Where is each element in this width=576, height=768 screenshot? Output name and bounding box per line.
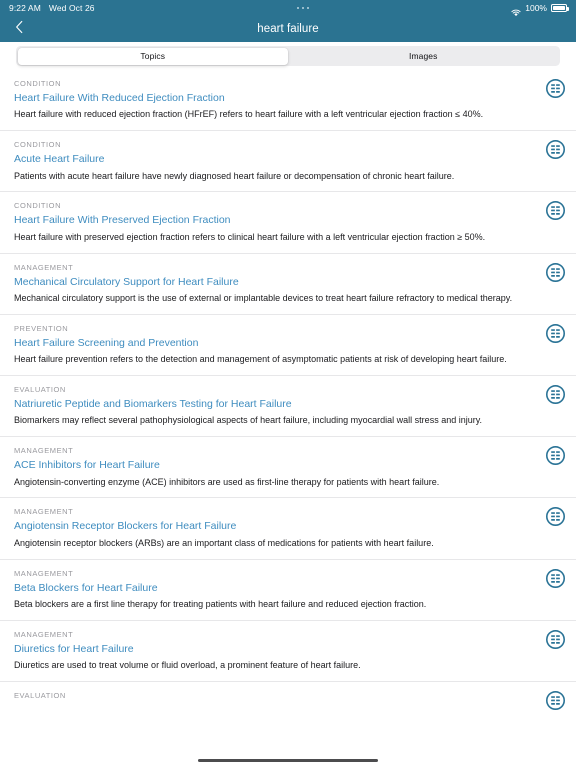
- list-outline-icon[interactable]: [546, 201, 565, 221]
- item-category-label: PREVENTION: [14, 323, 69, 333]
- item-title-link[interactable]: Heart Failure With Reduced Ejection Frac…: [14, 92, 528, 105]
- list-item[interactable]: EVALUATION Natriuretic Peptide and Biomar…: [0, 376, 576, 438]
- status-bar: 9:22 AM Wed Oct 26 100%: [0, 0, 576, 17]
- item-description: Angiotensin-converting enzyme (ACE) inhi…: [14, 476, 440, 487]
- tab-images[interactable]: Images: [288, 48, 559, 65]
- item-title-link[interactable]: Natriuretic Peptide and Biomarkers Testi…: [14, 398, 528, 411]
- item-category-label: MANAGEMENT: [14, 629, 74, 639]
- item-description: Patients with acute heart failure have n…: [14, 170, 455, 181]
- item-category-label: MANAGEMENT: [14, 446, 74, 456]
- list-item[interactable]: CONDITION Acute Heart Failure Patients wit…: [0, 131, 576, 193]
- app-root: 9:22 AM Wed Oct 26 100% heart failure To…: [0, 0, 576, 768]
- list-item[interactable]: MANAGEMENT ACE Inhibitors for Heart Failu…: [0, 437, 576, 499]
- tab-topics[interactable]: Topics: [17, 47, 288, 65]
- item-category-label: MANAGEMENT: [14, 568, 74, 578]
- item-description: Angiotensin receptor blockers (ARBs) are…: [14, 537, 434, 548]
- list-outline-icon[interactable]: [546, 568, 565, 588]
- status-bar-right: 100%: [511, 3, 569, 17]
- item-description: Heart failure with preserved ejection fr…: [14, 231, 486, 242]
- list-item[interactable]: MANAGEMENT Angiotensin Receptor Blockers …: [0, 498, 576, 560]
- item-title-link[interactable]: Acute Heart Failure: [14, 153, 528, 166]
- item-title-link[interactable]: Diuretics for Heart Failure: [14, 643, 528, 656]
- list-item[interactable]: CONDITION Heart Failure With Reduced Ejec…: [0, 70, 576, 132]
- list-outline-icon[interactable]: [546, 629, 565, 649]
- list-outline-icon[interactable]: [546, 385, 565, 405]
- battery-percent-label: 100%: [525, 3, 547, 13]
- item-category-label: MANAGEMENT: [14, 262, 74, 272]
- list-item[interactable]: EVALUATION: [0, 682, 576, 713]
- item-title-link[interactable]: Heart Failure Screening and Prevention: [14, 337, 528, 350]
- home-indicator-bar: [198, 758, 378, 762]
- item-category-label: CONDITION: [14, 79, 62, 88]
- wifi-icon: [511, 4, 521, 17]
- list-outline-icon[interactable]: [546, 262, 565, 282]
- item-category-label: CONDITION: [14, 201, 62, 211]
- list-outline-icon[interactable]: [546, 446, 565, 466]
- back-button[interactable]: [6, 16, 32, 42]
- item-description: Biomarkers may reflect several pathophys…: [14, 415, 483, 426]
- item-title-link[interactable]: Beta Blockers for Heart Failure: [14, 582, 528, 595]
- item-description: Mechanical circulatory support is the us…: [14, 293, 513, 304]
- item-title-link[interactable]: ACE Inhibitors for Heart Failure: [14, 459, 528, 472]
- battery-icon: [551, 4, 569, 12]
- item-category-label: CONDITION: [14, 140, 62, 150]
- item-description: Heart failure prevention refers to the d…: [14, 354, 507, 365]
- navigation-bar: heart failure: [0, 16, 576, 42]
- chevron-left-icon: [15, 20, 24, 39]
- list-item[interactable]: PREVENTION Heart Failure Screening and Pr…: [0, 315, 576, 377]
- list-outline-icon[interactable]: [546, 140, 565, 160]
- item-category-label: EVALUATION: [14, 691, 66, 701]
- segmented-control[interactable]: Topics Images: [16, 46, 560, 66]
- list-outline-icon[interactable]: [546, 79, 565, 98]
- item-category-label: EVALUATION: [14, 385, 66, 395]
- multitasking-dots-icon[interactable]: [296, 6, 310, 10]
- list-outline-icon[interactable]: [546, 691, 565, 711]
- status-time: 9:22 AM: [9, 3, 41, 13]
- list-outline-icon[interactable]: [546, 507, 565, 527]
- list-item[interactable]: CONDITION Heart Failure With Preserved Ej…: [0, 192, 576, 254]
- list-outline-icon[interactable]: [546, 323, 565, 343]
- item-title-link[interactable]: Mechanical Circulatory Support for Heart…: [14, 276, 528, 289]
- item-description: Heart failure with reduced ejection frac…: [14, 109, 484, 120]
- list-item[interactable]: MANAGEMENT Diuretics for Heart Failure Diu…: [0, 621, 576, 683]
- list-item[interactable]: MANAGEMENT Mechanical Circulatory Support…: [0, 254, 576, 315]
- item-title-link[interactable]: Angiotensin Receptor Blockers for Heart …: [14, 520, 528, 533]
- list-item[interactable]: MANAGEMENT Beta Blockers for Heart Failur…: [0, 560, 576, 621]
- status-date: Wed Oct 26: [48, 3, 95, 13]
- item-category-label: MANAGEMENT: [14, 507, 74, 517]
- item-description: Beta blockers are a first line therapy f…: [14, 599, 427, 610]
- segmented-control-container: Topics Images: [0, 42, 576, 70]
- page-title: heart failure: [257, 23, 319, 35]
- search-results-list[interactable]: CONDITION Heart Failure With Reduced Ejec…: [0, 70, 576, 714]
- status-bar-left: 9:22 AM Wed Oct 26: [9, 3, 95, 13]
- item-description: Diuretics are used to treat volume or fl…: [14, 660, 361, 671]
- item-title-link[interactable]: Heart Failure With Preserved Ejection Fr…: [14, 214, 528, 227]
